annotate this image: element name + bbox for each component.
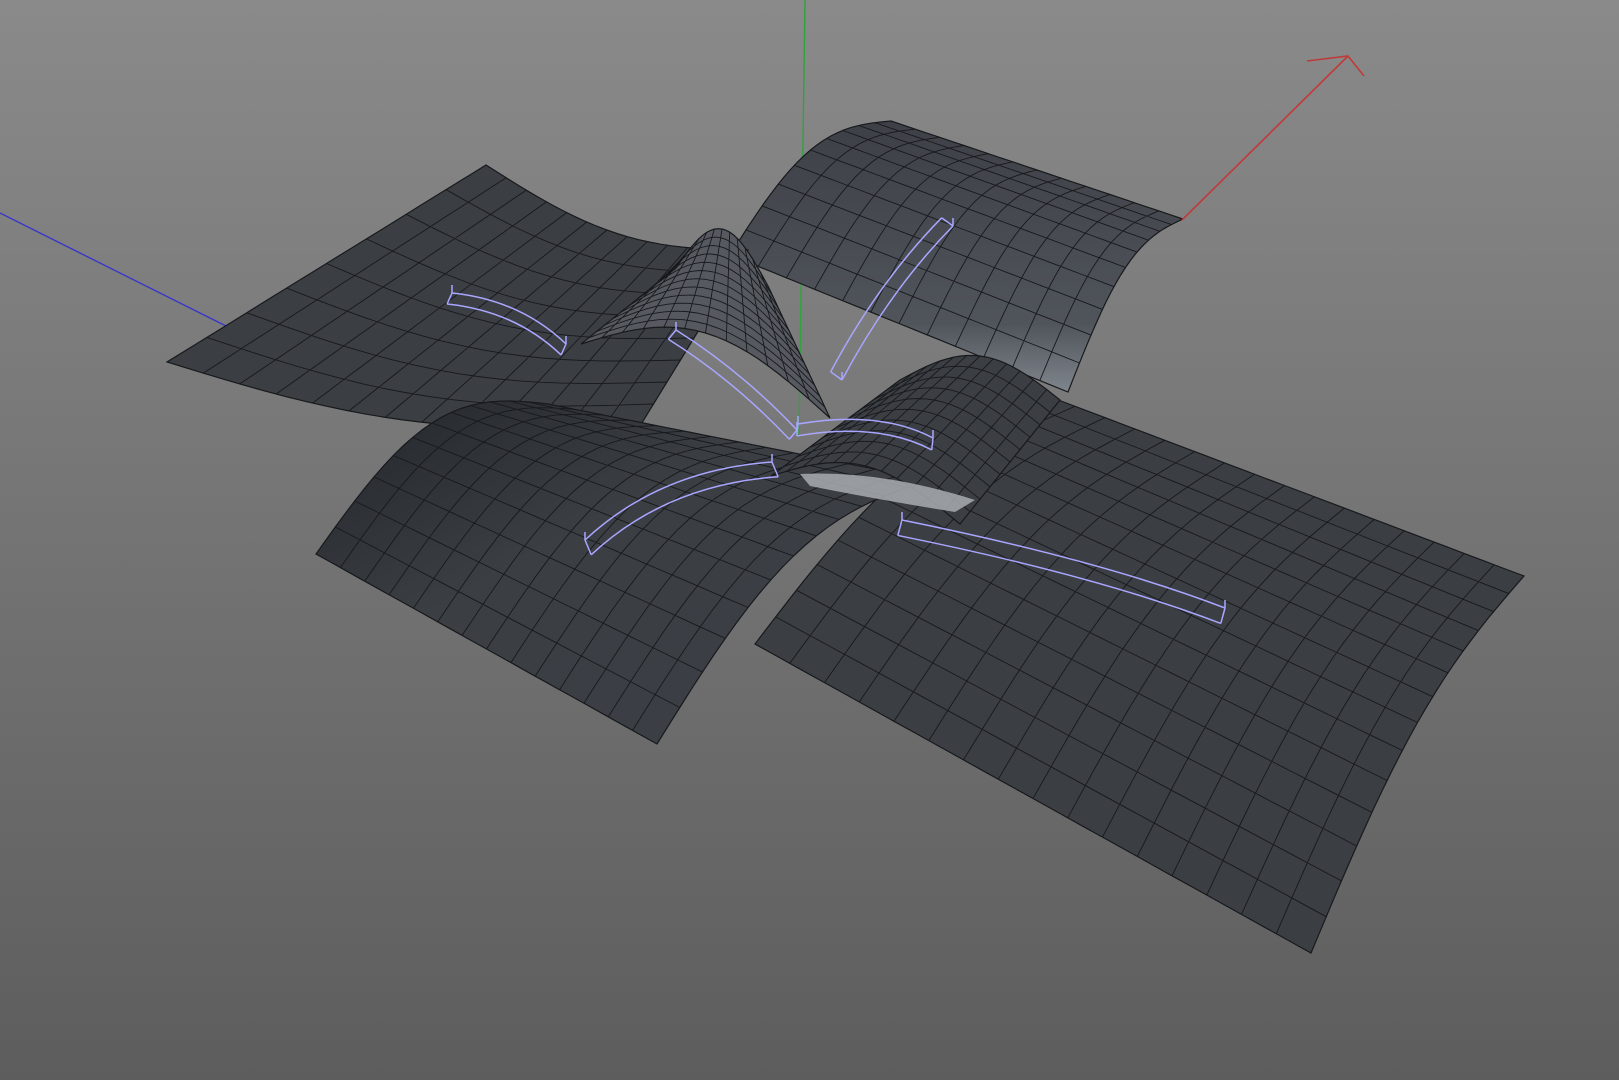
viewport-canvas[interactable] <box>0 0 1619 1080</box>
3d-viewport[interactable] <box>0 0 1619 1080</box>
